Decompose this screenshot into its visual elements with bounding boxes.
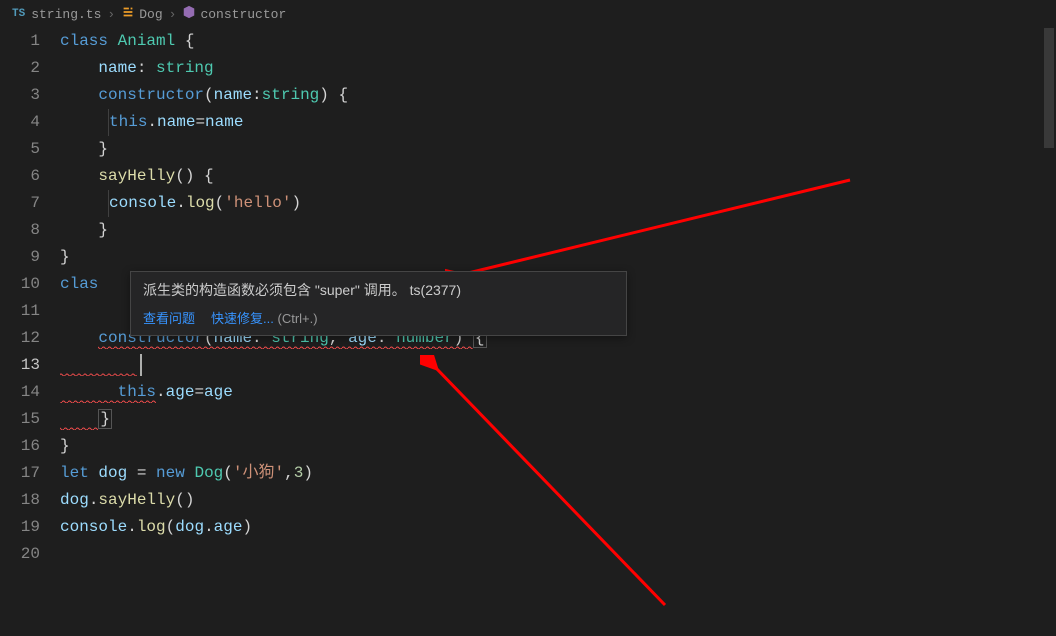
shortcut-hint: (Ctrl+.) (277, 311, 317, 326)
breadcrumb[interactable]: TS string.ts › Dog › constructor (0, 0, 1056, 28)
typescript-file-icon: TS (12, 8, 25, 20)
breadcrumb-member[interactable]: constructor (200, 7, 286, 22)
class-icon (121, 5, 135, 23)
constructor-keyword: constructor (98, 86, 204, 104)
scrollbar-thumb[interactable] (1044, 28, 1054, 148)
punct: { (175, 32, 194, 50)
method-name: sayHelly (98, 167, 175, 185)
keyword: class (60, 32, 108, 50)
chevron-right-icon: › (169, 7, 177, 22)
view-problem-link[interactable]: 查看问题 (143, 308, 195, 327)
type: string (156, 59, 214, 77)
breadcrumb-file[interactable]: string.ts (31, 7, 101, 22)
class-name: Aniaml (118, 32, 176, 50)
method-icon (182, 5, 196, 23)
line-number-gutter: 123 456 789 101112 131415 161718 1920 (0, 28, 60, 636)
quick-fix-link[interactable]: 快速修复... (211, 311, 274, 326)
breadcrumb-class[interactable]: Dog (139, 7, 162, 22)
vertical-scrollbar[interactable] (1042, 28, 1056, 636)
property: name (98, 59, 136, 77)
text-cursor (140, 354, 142, 376)
error-message: 派生类的构造函数必须包含 "super" 调用。 ts(2377) (143, 280, 614, 300)
error-hover-tooltip[interactable]: 派生类的构造函数必须包含 "super" 调用。 ts(2377) 查看问题 快… (130, 271, 627, 336)
chevron-right-icon: › (107, 7, 115, 22)
